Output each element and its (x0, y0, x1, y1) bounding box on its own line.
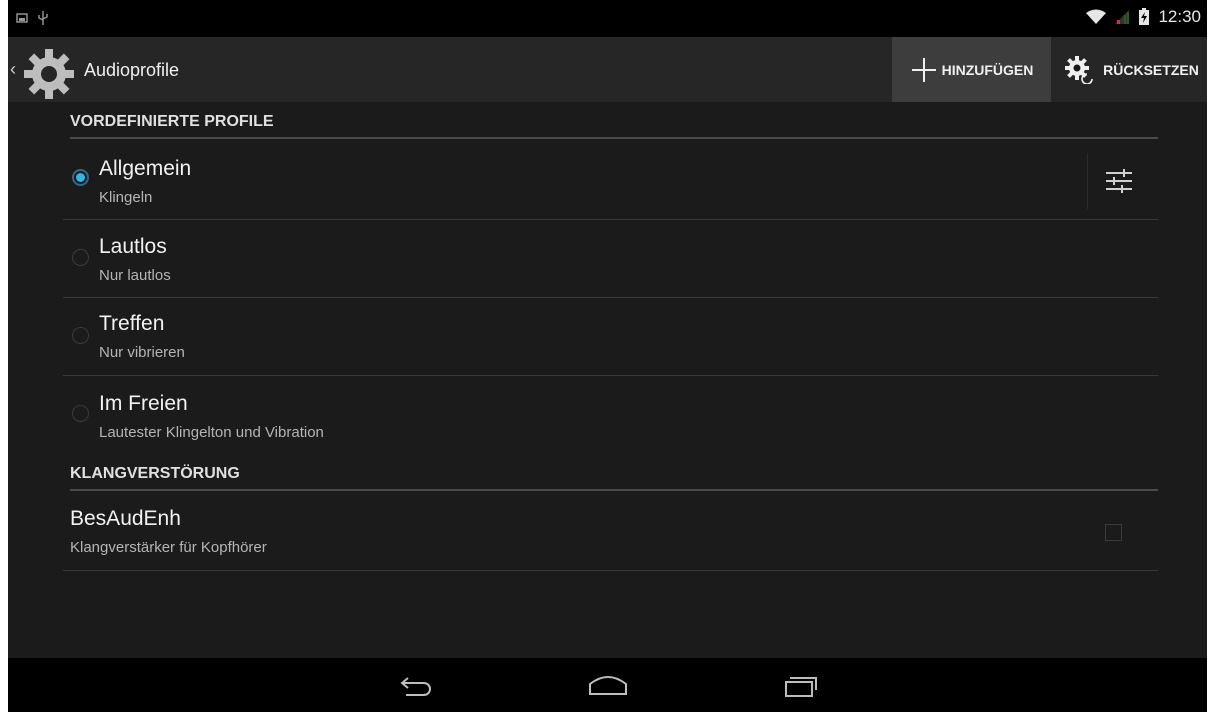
enhancement-checkbox[interactable] (1105, 524, 1122, 541)
profile-subtitle: Klingeln (99, 189, 153, 206)
profile-subtitle: Lautester Klingelton und Vibration (99, 424, 324, 441)
status-bar: 12:30 (8, 0, 1207, 37)
action-bar: ‹ Audioprofile HINZUFÜGEN RÜCKSETZEN (8, 37, 1207, 102)
reset-button[interactable]: RÜCKSETZEN (1057, 37, 1207, 102)
profile-radio[interactable] (72, 327, 89, 344)
equalizer-icon (1106, 169, 1132, 193)
add-profile-button[interactable]: HINZUFÜGEN (892, 37, 1051, 102)
profile-radio[interactable] (72, 249, 89, 266)
page-title: Audioprofile (84, 60, 180, 80)
home-icon[interactable] (586, 672, 630, 698)
profile-title: Lautlos (99, 235, 167, 258)
screenshot-icon (16, 13, 28, 23)
plus-icon (911, 57, 936, 82)
profile-subtitle: Nur lautlos (99, 267, 171, 284)
device-screen: 12:30 ‹ Audioprofile HINZUFÜGEN RÜCKSETZ… (8, 0, 1207, 712)
enhancement-row[interactable]: BesAudEnh Klangverstärker für Kopfhörer (63, 493, 1158, 571)
profile-row-im-freien[interactable]: Im Freien Lautester Klingelton und Vibra… (63, 376, 1158, 456)
signal-icon (1115, 10, 1130, 24)
navigation-bar (8, 658, 1207, 712)
battery-icon (1139, 8, 1150, 25)
gears-reset-icon (1065, 55, 1093, 84)
profile-radio-selected[interactable] (72, 169, 89, 186)
back-chevron-icon[interactable]: ‹ (10, 59, 16, 80)
enhancement-title: BesAudEnh (70, 507, 181, 530)
profile-row-allgemein[interactable]: Allgemein Klingeln (63, 141, 1158, 220)
add-profile-label: HINZUFÜGEN (941, 61, 1034, 78)
profile-row-lautlos[interactable]: Lautlos Nur lautlos (63, 220, 1158, 298)
back-icon[interactable] (398, 672, 438, 698)
profile-radio[interactable] (72, 405, 89, 422)
profile-settings-button[interactable] (1087, 153, 1150, 209)
profile-title: Allgemein (99, 157, 192, 180)
section-header-predefined-profiles: VORDEFINIERTE PROFILE (70, 113, 1158, 139)
usb-icon (38, 11, 48, 25)
wifi-icon (1086, 9, 1107, 24)
profile-title: Treffen (99, 312, 165, 335)
reset-label: RÜCKSETZEN (1103, 61, 1199, 78)
profile-row-treffen[interactable]: Treffen Nur vibrieren (63, 298, 1158, 376)
profile-title: Im Freien (99, 392, 188, 415)
profile-subtitle: Nur vibrieren (99, 344, 185, 361)
enhancement-subtitle: Klangverstärker für Kopfhörer (70, 539, 267, 556)
section-header-sound-enhancement: KLANGVERSTÖRUNG (70, 465, 1158, 491)
status-time: 12:30 (1158, 7, 1201, 26)
settings-gear-icon[interactable] (22, 47, 76, 101)
recent-apps-icon[interactable] (780, 672, 820, 698)
